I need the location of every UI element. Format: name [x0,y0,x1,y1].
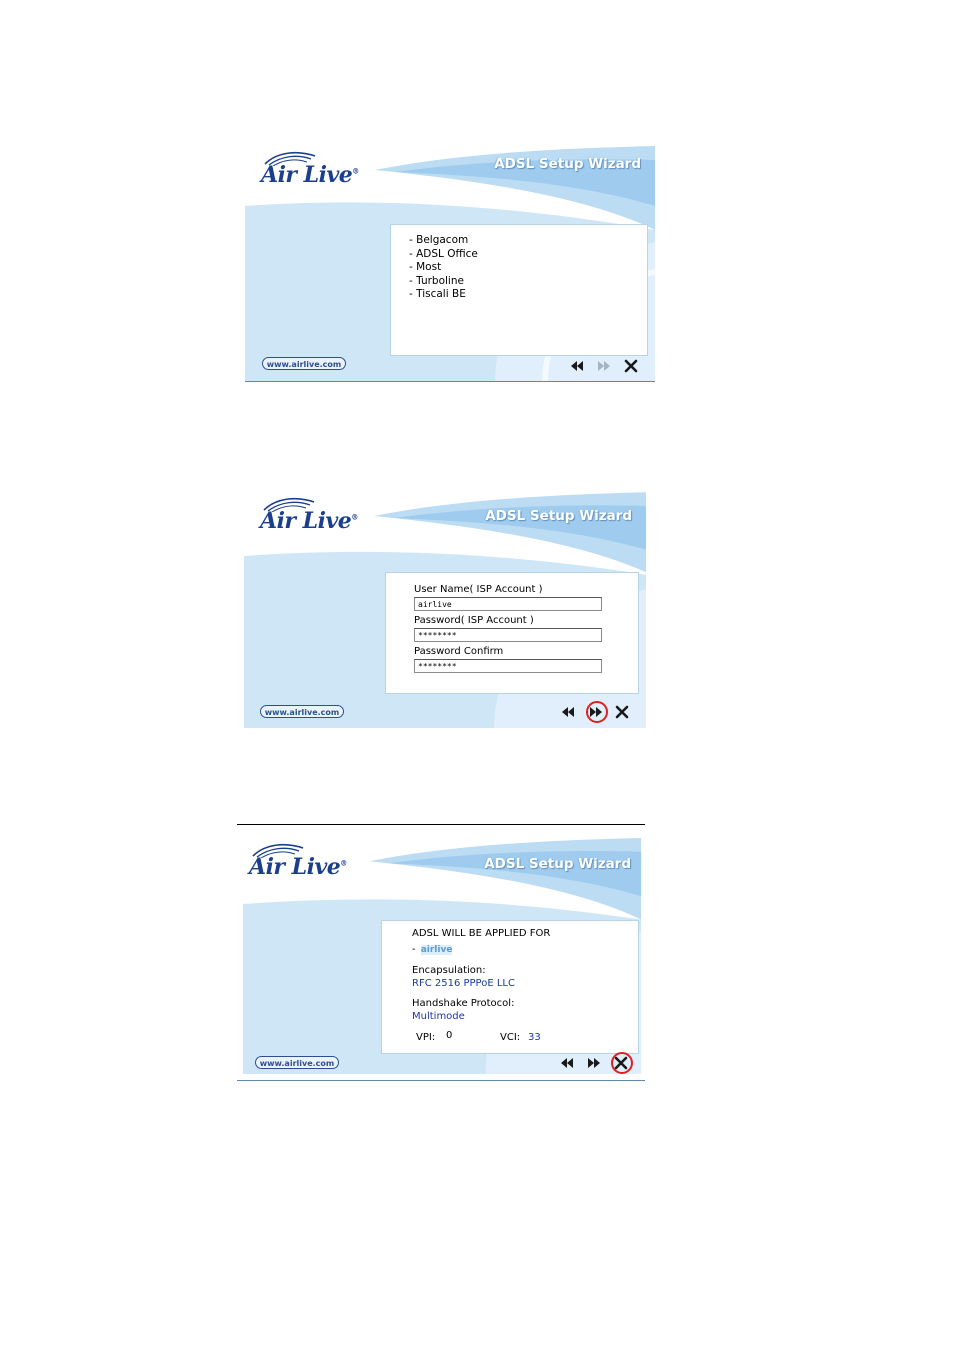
list-item[interactable]: - Turboline [409,275,478,289]
close-icon [624,359,638,373]
username-input[interactable] [414,597,602,611]
airlive-logo: Air Live® [261,151,381,190]
wizard-nav [559,1052,639,1074]
username-label: User Name( ISP Account ) [414,584,543,595]
page-divider [237,824,645,825]
highlight-circle [586,701,608,723]
close-button[interactable] [623,358,643,376]
next-button[interactable] [596,358,616,376]
isp-list: - Belgacom - ADSL Office - Most - Turbol… [409,234,478,302]
back-button[interactable] [559,1055,579,1073]
list-item[interactable]: - ADSL Office [409,248,478,262]
close-icon [615,705,629,719]
back-button[interactable] [569,358,589,376]
encapsulation-value: RFC 2516 PPPoE LLC [412,978,515,989]
wizard-title: ADSL Setup Wizard [494,156,641,172]
wizard-nav [560,701,640,723]
highlight-circle [611,1052,633,1074]
airlive-url-badge[interactable]: www.airlive.com [262,357,346,370]
rewind-icon [562,707,574,717]
list-item[interactable]: - Most [409,261,478,275]
vpi-vci-row: VPI: 0 VCI: 33 [412,1030,632,1046]
wizard-nav [569,358,649,376]
wizard-window-summary: Air Live® ADSL Setup Wizard ADSL WILL BE… [237,838,645,1081]
airlive-logo: Air Live® [249,843,369,882]
airlive-url-badge[interactable]: www.airlive.com [260,705,344,718]
list-item[interactable]: - Tiscali BE [409,288,478,302]
fast-forward-icon [598,361,610,371]
applied-for-label: ADSL WILL BE APPLIED FOR [412,928,551,939]
password-label: Password( ISP Account ) [414,615,534,626]
airlive-url-badge[interactable]: www.airlive.com [255,1056,339,1069]
wizard-window-isp-account: Air Live® ADSL Setup Wizard User Name( I… [244,492,646,728]
back-button[interactable] [560,704,580,722]
summary-panel: ADSL WILL BE APPLIED FOR - airlive Encap… [381,920,639,1054]
applied-for-row: - airlive [412,940,632,957]
handshake-value: Multimode [412,1011,465,1022]
wizard-window-isp-list: Air Live® ADSL Setup Wizard - Belgacom -… [245,146,655,382]
applied-for-value: airlive [420,945,453,955]
fast-forward-icon [588,1058,600,1068]
list-item[interactable]: - Belgacom [409,234,478,248]
applied-prefix: - [412,944,416,955]
handshake-label: Handshake Protocol: [412,998,515,1009]
window-bottom-border [245,381,655,382]
isp-account-form: User Name( ISP Account ) Password( ISP A… [385,572,639,694]
close-button[interactable] [614,704,634,722]
vci-value: 33 [528,1032,541,1043]
vci-label: VCI: [500,1032,521,1043]
password-confirm-label: Password Confirm [414,646,504,657]
rewind-icon [571,361,583,371]
vpi-value: 0 [446,1030,453,1041]
vpi-label: VPI: [416,1032,436,1043]
airlive-logo: Air Live® [260,497,380,536]
password-confirm-input[interactable] [414,659,602,673]
isp-list-panel: - Belgacom - ADSL Office - Most - Turbol… [390,224,648,356]
wizard-title: ADSL Setup Wizard [485,508,632,524]
close-button[interactable] [611,1052,633,1074]
next-button[interactable] [586,1055,606,1073]
window-bottom-border [237,1080,645,1081]
encapsulation-label: Encapsulation: [412,965,486,976]
password-input[interactable] [414,628,602,642]
next-button[interactable] [586,701,608,723]
wizard-title: ADSL Setup Wizard [484,856,631,872]
rewind-icon [561,1058,573,1068]
